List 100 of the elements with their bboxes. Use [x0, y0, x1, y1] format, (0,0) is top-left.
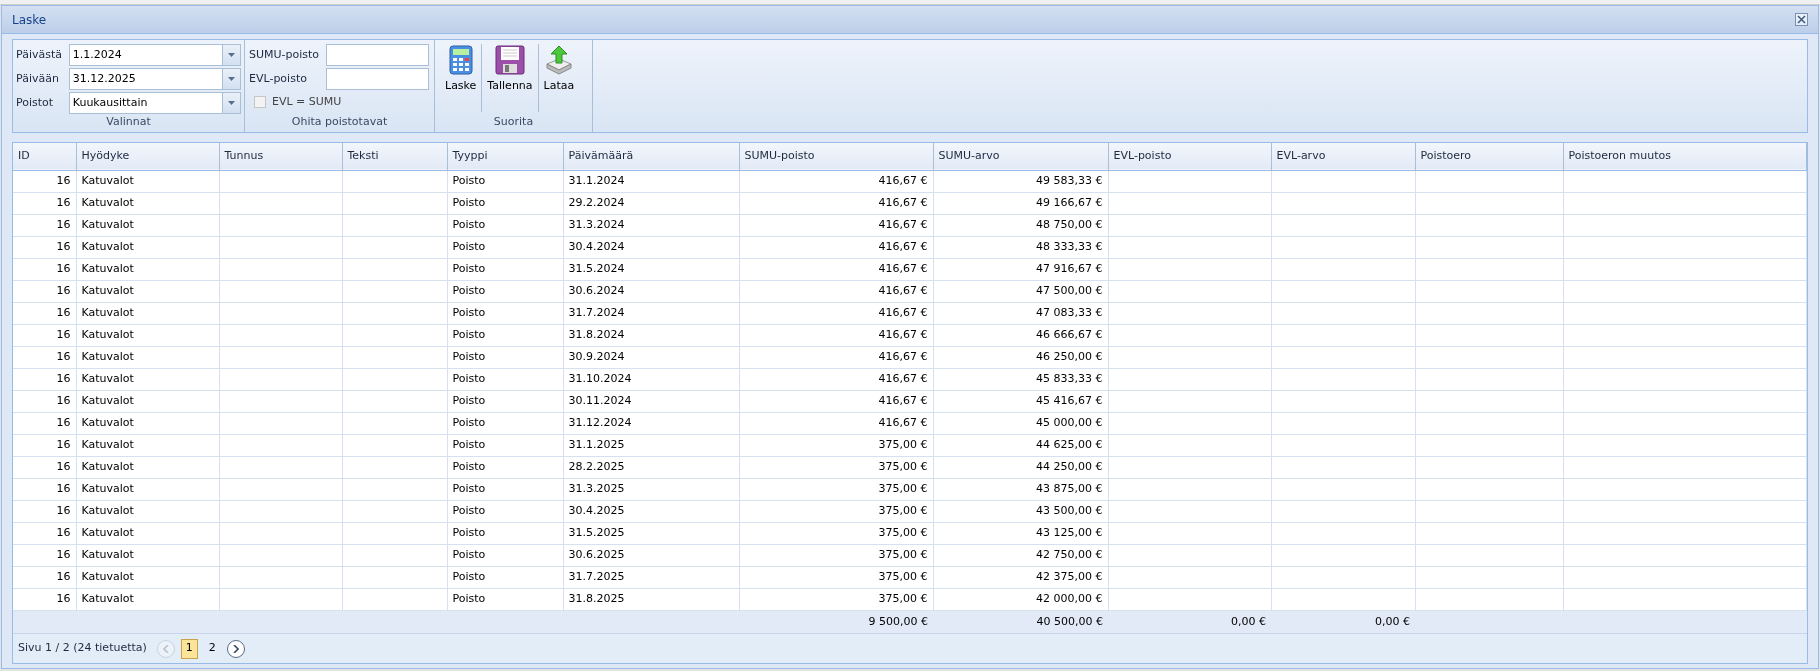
toolbar-button[interactable]: Laske — [441, 44, 481, 100]
table-cell: 16 — [13, 368, 76, 390]
table-cell: Poisto — [447, 236, 563, 258]
checkbox[interactable]: EVL = SUMU — [248, 94, 431, 111]
dropdown-button[interactable] — [222, 93, 240, 113]
toolbar-button[interactable]: Tallenna — [483, 44, 537, 100]
table-cell: 30.4.2025 — [563, 500, 739, 522]
table-cell: Katuvalot — [76, 456, 219, 478]
table-cell: Poisto — [447, 214, 563, 236]
table-cell: 31.3.2024 — [563, 214, 739, 236]
table-cell: 375,00 € — [739, 456, 933, 478]
total-cell: 9 500,00 € — [739, 610, 933, 633]
column-header[interactable]: SUMU-poisto — [739, 143, 933, 170]
dropdown-field[interactable]: Kuukausittain — [68, 92, 241, 114]
toolbar-button[interactable]: Lataa — [539, 44, 579, 100]
column-header[interactable]: EVL-poisto — [1108, 143, 1271, 170]
chevron-right-icon — [232, 644, 239, 653]
table-cell: 16 — [13, 192, 76, 214]
table-cell: 375,00 € — [739, 588, 933, 610]
table-cell: 31.8.2024 — [563, 324, 739, 346]
field-label: Poistot — [16, 94, 55, 111]
caret-icon — [228, 101, 235, 105]
field-label: Päivään — [16, 70, 60, 87]
table-cell: 47 500,00 € — [933, 280, 1108, 302]
table-cell: 31.7.2025 — [563, 566, 739, 588]
table-cell: 16 — [13, 236, 76, 258]
table-cell: Katuvalot — [76, 412, 219, 434]
input-field[interactable] — [326, 44, 429, 66]
table-cell: Katuvalot — [76, 258, 219, 280]
group-label: Ohita poistotavat — [290, 113, 389, 130]
column-header[interactable]: Hyödyke — [76, 143, 219, 170]
table-cell: Katuvalot — [76, 390, 219, 412]
table-cell: Poisto — [447, 478, 563, 500]
table-cell: 16 — [13, 302, 76, 324]
column-header[interactable]: SUMU-arvo — [933, 143, 1108, 170]
table-cell: Katuvalot — [76, 280, 219, 302]
page-button[interactable]: 2 — [203, 638, 221, 659]
upload-tray-icon — [544, 45, 573, 75]
close-button[interactable] — [1795, 13, 1808, 26]
table-cell: Poisto — [447, 368, 563, 390]
table-cell: 416,67 € — [739, 346, 933, 368]
column-header[interactable]: Poistoeron muutos — [1563, 143, 1807, 170]
table-cell: Katuvalot — [76, 214, 219, 236]
total-cell: 0,00 € — [1271, 610, 1415, 633]
table-cell: 16 — [13, 324, 76, 346]
table-cell: 30.11.2024 — [563, 390, 739, 412]
table-cell: 42 750,00 € — [933, 544, 1108, 566]
table-cell: Katuvalot — [76, 478, 219, 500]
table-cell: 31.10.2024 — [563, 368, 739, 390]
table-cell: 375,00 € — [739, 522, 933, 544]
dropdown-button[interactable] — [222, 45, 240, 65]
table-cell: 49 583,33 € — [933, 170, 1108, 192]
page-button[interactable]: 1 — [180, 638, 198, 659]
table-cell: 416,67 € — [739, 324, 933, 346]
table-cell: Poisto — [447, 346, 563, 368]
table-cell: Katuvalot — [76, 368, 219, 390]
close-icon — [1797, 15, 1806, 24]
dropdown-field[interactable]: 31.12.2025 — [68, 68, 241, 90]
table-cell: 31.5.2024 — [563, 258, 739, 280]
table-cell: 29.2.2024 — [563, 192, 739, 214]
table-cell: 31.1.2024 — [563, 170, 739, 192]
column-header[interactable]: Tunnus — [219, 143, 342, 170]
column-header[interactable]: ID — [13, 143, 76, 170]
field-label: SUMU-poisto — [248, 46, 321, 63]
table-cell: 43 500,00 € — [933, 500, 1108, 522]
caret-icon — [228, 53, 235, 57]
calculator-icon — [448, 45, 473, 75]
table-cell: 375,00 € — [739, 478, 933, 500]
table-cell: 46 250,00 € — [933, 346, 1108, 368]
table-cell: Katuvalot — [76, 346, 219, 368]
column-header[interactable]: EVL-arvo — [1271, 143, 1415, 170]
table-cell: 44 250,00 € — [933, 456, 1108, 478]
table-cell: Katuvalot — [76, 588, 219, 610]
table-cell: 31.8.2025 — [563, 588, 739, 610]
dropdown-button[interactable] — [222, 69, 240, 89]
table-cell: 416,67 € — [739, 412, 933, 434]
table-cell: 416,67 € — [739, 236, 933, 258]
input-field[interactable] — [326, 68, 429, 90]
table-cell: Katuvalot — [76, 192, 219, 214]
total-cell: 0,00 € — [1108, 610, 1271, 633]
column-header[interactable]: Teksti — [342, 143, 447, 170]
table-cell: Poisto — [447, 522, 563, 544]
table-cell: Katuvalot — [76, 544, 219, 566]
table-cell: 43 125,00 € — [933, 522, 1108, 544]
column-header[interactable]: Poistoero — [1415, 143, 1563, 170]
page-summary: Sivu 1 / 2 (24 tietuetta) — [18, 640, 147, 657]
table-cell: Poisto — [447, 324, 563, 346]
caret-icon — [228, 77, 235, 81]
table-cell: 16 — [13, 456, 76, 478]
table-cell: 16 — [13, 500, 76, 522]
window-title: Laske — [12, 11, 47, 29]
table-cell: 416,67 € — [739, 214, 933, 236]
table-cell: Poisto — [447, 456, 563, 478]
table-cell: 16 — [13, 522, 76, 544]
next-page-button[interactable] — [226, 639, 245, 658]
column-header[interactable]: Tyyppi — [447, 143, 563, 170]
table-cell: 16 — [13, 214, 76, 236]
column-header[interactable]: Päivämäärä — [563, 143, 739, 170]
table-cell: 30.6.2024 — [563, 280, 739, 302]
dropdown-field[interactable]: 1.1.2024 — [68, 44, 241, 66]
